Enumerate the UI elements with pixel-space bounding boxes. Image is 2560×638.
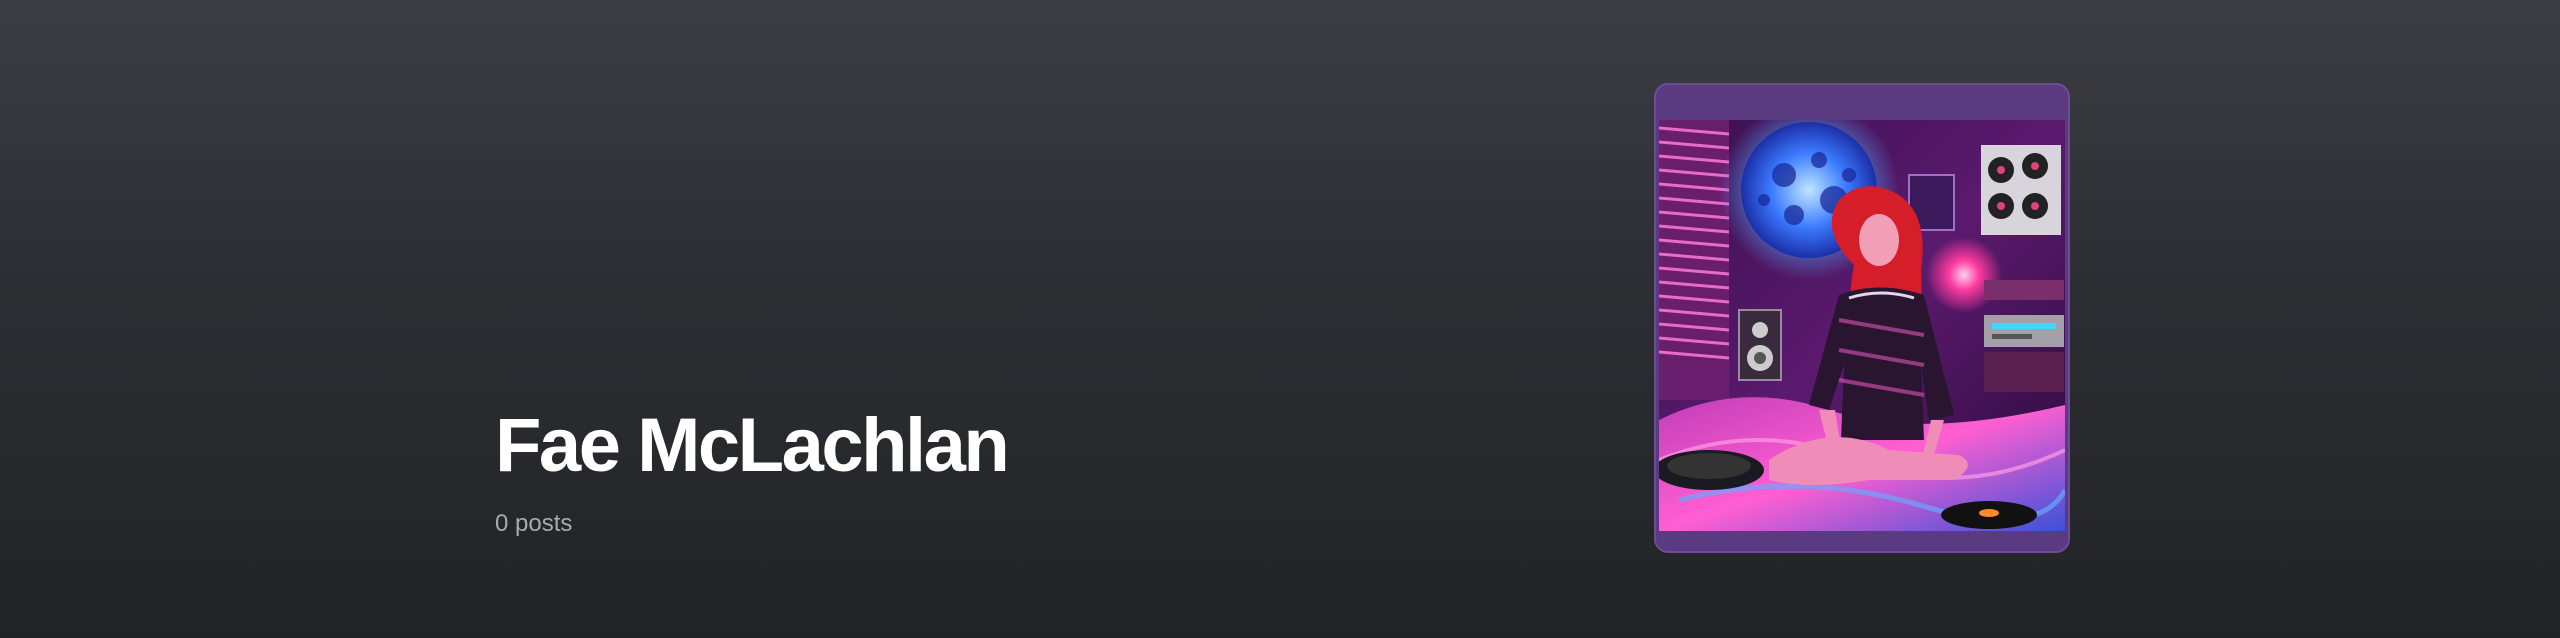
author-info: Fae McLachlan 0 posts <box>495 403 1010 537</box>
author-hero: Fae McLachlan 0 posts <box>0 0 2560 638</box>
post-count: 0 posts <box>495 510 573 537</box>
profile-image-card <box>1654 83 2070 553</box>
profile-photo <box>1659 120 2065 531</box>
window-blinds <box>1659 120 1730 400</box>
author-name: Fae McLachlan <box>495 403 1010 488</box>
